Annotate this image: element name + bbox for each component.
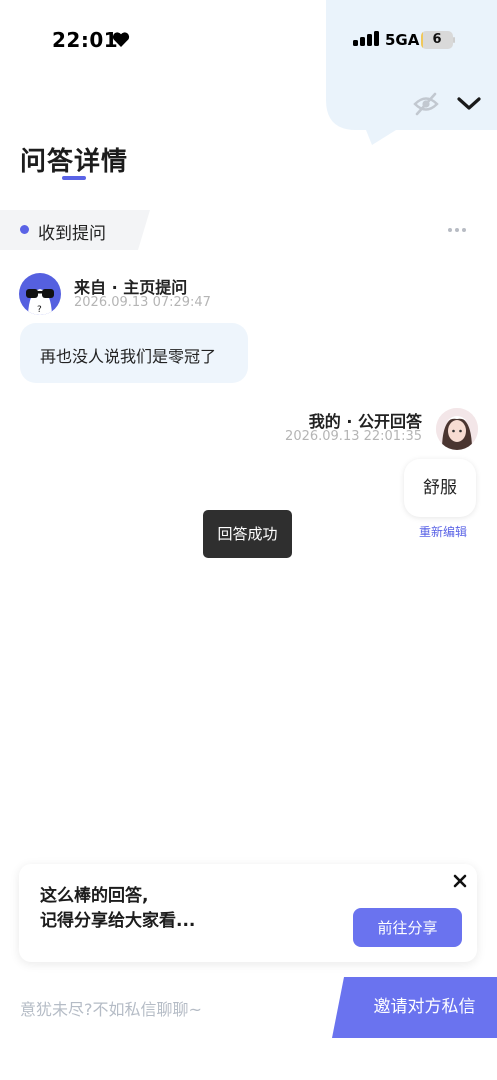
status-time: 22:01 xyxy=(52,28,119,52)
toast-text: 回答成功 xyxy=(217,525,278,543)
my-avatar[interactable] xyxy=(436,408,478,450)
asker-avatar[interactable]: ? xyxy=(19,273,61,315)
network-type: 5GA xyxy=(385,31,420,49)
battery-icon: 6 xyxy=(421,31,455,49)
answer-time: 2026.09.13 22:01:35 xyxy=(285,429,422,444)
question-time: 2026.09.13 07:29:47 xyxy=(74,295,211,310)
share-prompt-line2: 记得分享给大家看... xyxy=(40,911,196,931)
share-prompt-line1: 这么棒的回答, xyxy=(40,886,149,906)
svg-text:?: ? xyxy=(37,305,42,315)
section-label: 收到提问 xyxy=(38,224,106,244)
chevron-down-icon[interactable] xyxy=(456,94,482,114)
private-message-input[interactable] xyxy=(20,996,320,1022)
profile-photo-icon xyxy=(436,408,478,450)
section-dot xyxy=(20,225,29,234)
more-icon[interactable] xyxy=(447,226,467,234)
eye-off-icon[interactable] xyxy=(413,91,439,117)
anonymous-avatar-icon: ? xyxy=(26,289,54,315)
page-title: 问答详情 xyxy=(20,147,129,177)
answer-text: 舒服 xyxy=(423,478,457,498)
title-underline xyxy=(62,176,86,180)
heart-icon xyxy=(112,32,130,47)
status-bar: 22:01 5GA 6 xyxy=(0,0,497,80)
invite-message-button[interactable]: 邀请对方私信 xyxy=(332,977,497,1038)
invite-message-label: 邀请对方私信 xyxy=(373,997,476,1017)
battery-level: 6 xyxy=(432,32,442,47)
go-share-button[interactable]: 前往分享 xyxy=(353,908,462,947)
re-edit-link[interactable]: 重新编辑 xyxy=(419,523,467,540)
signal-icon xyxy=(353,31,379,46)
question-text: 再也没人说我们是零冠了 xyxy=(40,347,217,366)
close-icon[interactable] xyxy=(453,874,467,888)
